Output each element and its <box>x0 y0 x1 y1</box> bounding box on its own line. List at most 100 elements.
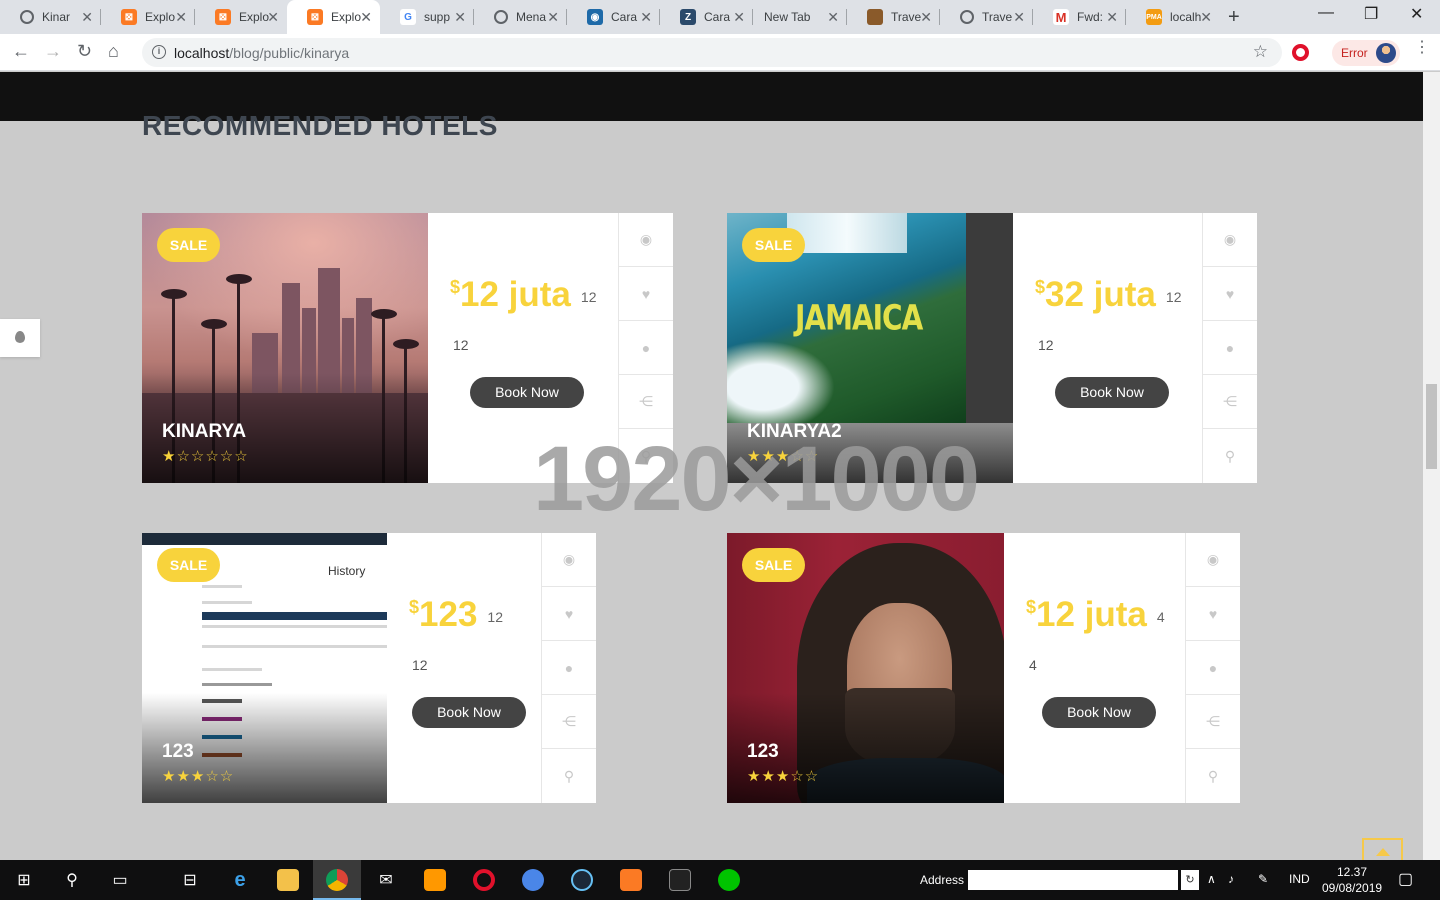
reload-icon[interactable]: ↻ <box>77 41 92 61</box>
tab-13[interactable]: PMA localh ✕ <box>1126 0 1220 34</box>
windows-start-icon[interactable]: ⊞ <box>0 860 48 900</box>
location-icon[interactable]: ⚲ <box>1203 429 1257 483</box>
scrollbar-thumb[interactable] <box>1426 384 1437 469</box>
tab-5[interactable]: G supp ✕ <box>380 0 474 34</box>
comment-icon[interactable]: ● <box>1203 321 1257 375</box>
tab-6[interactable]: Mena ✕ <box>474 0 567 34</box>
file-explorer-icon[interactable] <box>264 860 312 900</box>
search-icon[interactable]: ⚲ <box>48 860 96 900</box>
tab-10[interactable]: Trave ✕ <box>847 0 940 34</box>
chevron-up-icon[interactable]: ∧ <box>1207 872 1216 886</box>
tab-12[interactable]: M Fwd: ✕ <box>1033 0 1126 34</box>
heart-icon[interactable]: ♥ <box>619 267 673 321</box>
close-icon[interactable]: ✕ <box>920 9 932 25</box>
opera-extension-icon[interactable] <box>1292 44 1309 61</box>
book-now-button[interactable]: Book Now <box>412 697 526 728</box>
home-icon[interactable]: ⌂ <box>108 41 119 61</box>
view-icon[interactable]: ◉ <box>542 533 596 587</box>
book-now-button[interactable]: Book Now <box>470 377 584 408</box>
hotel-photo[interactable]: History SALE 123 ★★★☆☆ <box>142 533 387 803</box>
tab-7[interactable]: ◉ Cara ✕ <box>567 0 660 34</box>
close-icon[interactable]: ✕ <box>360 9 372 25</box>
info-icon[interactable]: i <box>152 45 166 59</box>
book-now-button[interactable]: Book Now <box>1055 377 1169 408</box>
volume-icon[interactable]: ♪ <box>1228 872 1234 886</box>
card-actions: ◉ ♥ ● ⋲ ⚲ <box>1202 213 1257 483</box>
heart-icon[interactable]: ♥ <box>542 587 596 641</box>
terminal-icon[interactable] <box>656 860 704 900</box>
share-icon[interactable]: ⋲ <box>1203 375 1257 429</box>
close-icon[interactable]: ✕ <box>640 9 652 25</box>
comment-icon[interactable]: ● <box>1186 641 1240 695</box>
view-icon[interactable]: ◉ <box>619 213 673 267</box>
clock[interactable]: 12.37 09/08/2019 <box>1322 864 1382 896</box>
minimize-icon[interactable]: — <box>1318 4 1334 22</box>
close-icon[interactable]: ✕ <box>1013 9 1025 25</box>
view-icon[interactable]: ◉ <box>1186 533 1240 587</box>
tab-3[interactable]: ⊠ Explo ✕ <box>195 0 287 34</box>
location-icon[interactable]: ⚲ <box>542 749 596 803</box>
profile-error-chip[interactable]: Error <box>1332 40 1400 66</box>
heart-icon[interactable]: ♥ <box>1186 587 1240 641</box>
share-icon[interactable]: ⋲ <box>1186 695 1240 749</box>
address-input[interactable] <box>968 870 1178 890</box>
chrome-icon[interactable] <box>313 860 361 900</box>
language-indicator[interactable]: IND <box>1289 872 1310 886</box>
refresh-icon[interactable]: ↻ <box>1181 870 1199 890</box>
forward-icon[interactable]: → <box>44 41 62 61</box>
hotel-photo[interactable]: SALE 123 ★★★☆☆ <box>727 533 1004 803</box>
close-icon[interactable]: ✕ <box>1200 9 1212 25</box>
scroll-to-top-button[interactable] <box>1362 838 1403 860</box>
tab-9[interactable]: New Tab ✕ <box>753 0 847 34</box>
close-icon[interactable]: ✕ <box>175 9 187 25</box>
close-icon[interactable]: ✕ <box>827 9 839 25</box>
location-icon[interactable]: ⚲ <box>1186 749 1240 803</box>
pen-icon[interactable]: ✎ <box>1258 872 1268 886</box>
tab-2[interactable]: ⊠ Explo ✕ <box>101 0 195 34</box>
theme-switcher-button[interactable] <box>0 319 40 357</box>
mail-icon[interactable]: ✉ <box>362 860 410 900</box>
tab-8[interactable]: Z Cara ✕ <box>660 0 753 34</box>
line-icon[interactable] <box>705 860 753 900</box>
close-icon[interactable]: ✕ <box>454 9 466 25</box>
steam-icon[interactable] <box>558 860 606 900</box>
close-icon[interactable]: ✕ <box>1106 9 1118 25</box>
heart-icon[interactable]: ♥ <box>1203 267 1257 321</box>
restore-icon[interactable]: ❐ <box>1364 4 1378 24</box>
chromium-icon[interactable] <box>509 860 557 900</box>
view-icon[interactable]: ◉ <box>1203 213 1257 267</box>
notification-icon[interactable]: ▢ <box>1398 869 1413 889</box>
bookmark-star-icon[interactable]: ☆ <box>1253 42 1268 62</box>
hotel-name[interactable]: KINARYA <box>162 421 246 443</box>
close-icon[interactable]: ✕ <box>267 9 279 25</box>
hotel-name[interactable]: 123 <box>162 741 194 763</box>
menu-icon[interactable]: ⋮ <box>1414 40 1430 56</box>
tab-1[interactable]: Kinar ✕ <box>0 0 101 34</box>
back-icon[interactable]: ← <box>12 41 30 61</box>
opera-icon[interactable] <box>460 860 508 900</box>
task-view-icon[interactable]: ▭ <box>96 860 144 900</box>
xampp-icon: ⊠ <box>121 9 137 25</box>
hotel-name[interactable]: 123 <box>747 741 779 763</box>
share-icon[interactable]: ⋲ <box>619 375 673 429</box>
tab-4-active[interactable]: ⊠ Explo ✕ <box>287 0 380 34</box>
close-icon[interactable]: ✕ <box>81 9 93 25</box>
comment-icon[interactable]: ● <box>542 641 596 695</box>
share-icon[interactable]: ⋲ <box>542 695 596 749</box>
store-icon[interactable]: ⊟ <box>166 860 214 900</box>
close-icon[interactable]: ✕ <box>547 9 559 25</box>
url-text[interactable]: localhost/blog/public/kinarya <box>174 45 349 61</box>
xampp-icon[interactable] <box>607 860 655 900</box>
new-tab-icon[interactable]: + <box>1228 6 1240 29</box>
address-bar[interactable]: i localhost/blog/public/kinarya ☆ <box>142 38 1282 67</box>
page-scrollbar[interactable] <box>1423 72 1440 860</box>
tab-11[interactable]: Trave ✕ <box>940 0 1033 34</box>
comment-icon[interactable]: ● <box>619 321 673 375</box>
edge-icon[interactable]: e <box>216 860 264 900</box>
sublime-icon[interactable] <box>411 860 459 900</box>
phpmyadmin-icon: PMA <box>1146 9 1162 25</box>
book-now-button[interactable]: Book Now <box>1042 697 1156 728</box>
close-window-icon[interactable]: ✕ <box>1410 4 1423 24</box>
hotel-photo[interactable]: SALE KINARYA ★☆☆☆☆☆ <box>142 213 428 483</box>
close-icon[interactable]: ✕ <box>733 9 745 25</box>
